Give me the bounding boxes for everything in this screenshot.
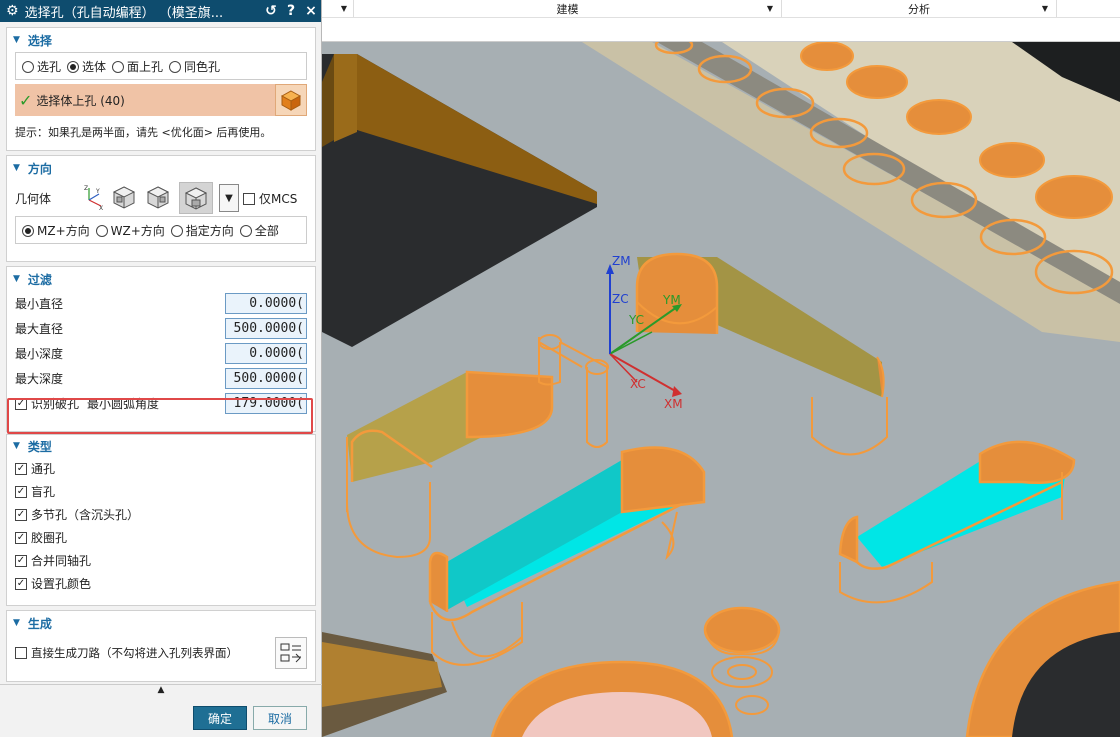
collapse-triangle-icon[interactable]: ▼	[13, 163, 20, 173]
radio-select-body[interactable]: 选体	[67, 58, 106, 75]
cancel-button[interactable]: 取消	[253, 706, 307, 730]
axis-label-zm: ZM	[612, 254, 631, 268]
axis-label-zc: ZC	[612, 292, 629, 306]
collapse-triangle-icon[interactable]: ▼	[13, 618, 20, 628]
highlight-rectangle	[7, 398, 313, 434]
csys-axes-icon[interactable]: Z Y X	[81, 184, 111, 213]
svg-text:X: X	[99, 205, 103, 210]
select-body-holes-label: 选择体上孔 (40)	[36, 93, 125, 108]
radio-select-hole[interactable]: 选孔	[22, 58, 61, 75]
max-diameter-input[interactable]: 500.0000(	[225, 318, 307, 339]
expand-more-arrow-icon[interactable]: ▲	[0, 684, 322, 695]
geometry-row: 几何体 Z Y X ▼ 仅MCS	[7, 180, 315, 216]
max-diameter-row: 最大直径 500.0000(	[7, 316, 315, 341]
type-through-hole[interactable]: 通孔	[7, 457, 315, 480]
body-view-icon-1[interactable]	[111, 184, 145, 213]
axis-label-yc: YC	[629, 313, 645, 327]
min-diameter-row: 最小直径 0.0000(	[7, 291, 315, 316]
ribbon-tab-0[interactable]: ▼	[322, 0, 354, 17]
type-oring-hole[interactable]: 胶圈孔	[7, 526, 315, 549]
type-merge-coaxial[interactable]: 合并同轴孔	[7, 549, 315, 572]
type-set-hole-color[interactable]: 设置孔颜色	[7, 572, 315, 595]
geometry-label: 几何体	[15, 191, 52, 206]
svg-text:Y: Y	[95, 188, 100, 195]
max-depth-input[interactable]: 500.0000(	[225, 368, 307, 389]
selection-group-header[interactable]: ▼ 选择	[7, 28, 315, 52]
svg-text:Z: Z	[84, 185, 88, 192]
solid-body-cube-icon[interactable]	[275, 84, 307, 116]
hole-selection-dialog: ⚙ 选择孔（孔自动编程） （模圣旗... ↺ ? × ▼ 选择 选孔 选体 面上…	[0, 0, 322, 737]
collapse-triangle-icon[interactable]: ▼	[13, 441, 20, 451]
filter-group-header[interactable]: ▼ 过滤	[7, 267, 315, 291]
type-blind-hole[interactable]: 盲孔	[7, 480, 315, 503]
close-icon[interactable]: ×	[301, 3, 321, 19]
dropdown-arrow-button[interactable]: ▼	[219, 184, 239, 212]
hint-text: 提示：如果孔是两半面，请先 <优化面> 后再使用。	[15, 126, 272, 139]
min-depth-label: 最小深度	[15, 347, 64, 361]
min-depth-row: 最小深度 0.0000(	[7, 341, 315, 366]
type-multi-step-hole[interactable]: 多节孔（含沉头孔）	[7, 503, 315, 526]
generate-group-header[interactable]: ▼ 生成	[7, 611, 315, 635]
help-icon[interactable]: ?	[281, 3, 301, 19]
radio-same-color-hole[interactable]: 同色孔	[169, 58, 220, 75]
selection-mode-radios: 选孔 选体 面上孔 同色孔	[15, 52, 307, 80]
axis-label-xm: XM	[664, 397, 683, 411]
ribbon-tab-modeling[interactable]: 建模 ▼	[354, 0, 782, 17]
dialog-title: 选择孔（孔自动编程） （模圣旗...	[24, 5, 224, 21]
check-mark-icon: ✓	[19, 90, 33, 110]
max-depth-row: 最大深度 500.0000(	[7, 366, 315, 391]
max-depth-label: 最大深度	[15, 372, 64, 386]
model-3d-view	[322, 42, 1120, 737]
radio-specified-direction[interactable]: 指定方向	[170, 222, 234, 239]
graphics-viewport[interactable]: ZM ZC YM YC XC XM	[322, 42, 1120, 737]
ribbon-tab-3[interactable]	[1057, 0, 1120, 17]
reset-icon[interactable]: ↺	[261, 3, 281, 19]
hole-list-icon[interactable]	[275, 637, 307, 669]
direction-group: ▼ 方向 几何体 Z Y X ▼ 仅MCS MZ+方向 WZ+方向 指定方向 全…	[6, 155, 316, 262]
body-view-icon-3[interactable]	[179, 182, 213, 214]
min-depth-input[interactable]: 0.0000(	[225, 343, 307, 364]
gear-icon[interactable]: ⚙	[6, 3, 19, 19]
axis-label-xc: XC	[630, 377, 646, 391]
collapse-triangle-icon[interactable]: ▼	[13, 274, 20, 284]
collapse-triangle-icon[interactable]: ▼	[13, 35, 20, 45]
direction-group-header[interactable]: ▼ 方向	[7, 156, 315, 180]
dialog-title-bar: ⚙ 选择孔（孔自动编程） （模圣旗... ↺ ? ×	[0, 0, 321, 22]
ribbon-tab-analysis[interactable]: 分析 ▼	[782, 0, 1057, 17]
ok-button[interactable]: 确定	[193, 706, 247, 730]
type-group: ▼ 类型 通孔 盲孔 多节孔（含沉头孔） 胶圈孔 合并同轴孔 设置孔颜色	[6, 434, 316, 606]
axis-label-ym: YM	[663, 293, 681, 307]
radio-wz-direction[interactable]: WZ+方向	[95, 222, 165, 239]
radio-face-hole[interactable]: 面上孔	[112, 58, 163, 75]
direct-toolpath-checkbox[interactable]: 直接生成刀路（不勾将进入孔列表界面）	[15, 645, 238, 661]
mcs-only-checkbox[interactable]: 仅MCS	[243, 190, 297, 207]
max-diameter-label: 最大直径	[15, 322, 64, 336]
direction-mode-radios: MZ+方向 WZ+方向 指定方向 全部	[15, 216, 307, 244]
radio-all[interactable]: 全部	[239, 222, 279, 239]
select-body-holes-row[interactable]: ✓ 选择体上孔 (40)	[15, 84, 307, 116]
type-group-header[interactable]: ▼ 类型	[7, 435, 315, 457]
min-diameter-input[interactable]: 0.0000(	[225, 293, 307, 314]
body-view-icon-2[interactable]	[145, 184, 179, 213]
radio-mz-direction[interactable]: MZ+方向	[22, 222, 90, 239]
generate-group: ▼ 生成 直接生成刀路（不勾将进入孔列表界面）	[6, 610, 316, 682]
selection-group: ▼ 选择 选孔 选体 面上孔 同色孔 ✓ 选择体上孔 (40) 提示：如果孔是两…	[6, 27, 316, 151]
ribbon: ▼ 建模 ▼ 分析 ▼	[322, 0, 1120, 42]
min-diameter-label: 最小直径	[15, 297, 64, 311]
